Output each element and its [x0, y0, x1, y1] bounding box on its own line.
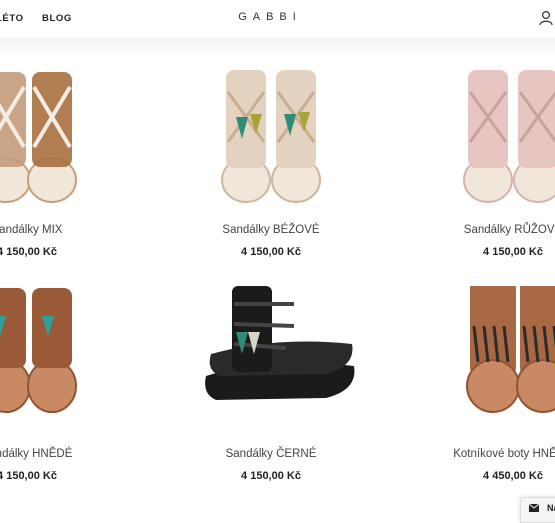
user-icon[interactable]: [539, 10, 553, 26]
envelope-icon: [529, 504, 539, 512]
product-price: 4 450,00 Kč: [483, 470, 543, 482]
product-price: 4 150,00 Kč: [0, 470, 57, 482]
product-image-sandals-mix[interactable]: [0, 62, 122, 212]
product-image-ankle-boots-brown[interactable]: [418, 286, 555, 436]
header-divider: [0, 38, 555, 58]
chat-widget-label: Na: [547, 503, 555, 513]
brand-logo[interactable]: GABBI: [0, 11, 540, 23]
product-name[interactable]: Kotníkové boty HNĚDÉ: [418, 448, 555, 460]
product-name[interactable]: Sandálky ČERNÉ: [176, 448, 366, 460]
site-header: LÉTO BLOG GABBI: [0, 0, 555, 38]
product-image-sandals-beige[interactable]: [176, 62, 366, 212]
product-image-sandals-pink[interactable]: [418, 62, 555, 212]
product-price: 4 150,00 Kč: [0, 246, 57, 258]
product-image-sandals-black[interactable]: [176, 286, 366, 436]
product-name[interactable]: Sandálky HNĚDÉ: [0, 448, 122, 460]
chat-widget-button[interactable]: Na: [520, 497, 555, 523]
product-price: 4 150,00 Kč: [241, 470, 301, 482]
product-name[interactable]: Sandálky BÉŽOVÉ: [176, 224, 366, 236]
product-price: 4 150,00 Kč: [241, 246, 301, 258]
product-image-sandals-brown[interactable]: [0, 286, 122, 436]
product-name[interactable]: Sandálky RŮŽOVÉ: [418, 224, 555, 236]
product-name[interactable]: Sandálky MIX: [0, 224, 122, 236]
product-price: 4 150,00 Kč: [483, 246, 543, 258]
